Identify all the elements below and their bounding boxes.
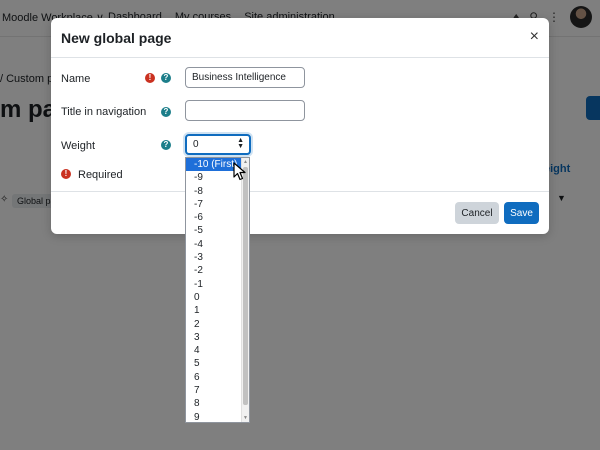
weight-option[interactable]: -3 — [186, 251, 249, 264]
name-help-icon[interactable]: ? — [161, 73, 171, 83]
weight-option[interactable]: 9 — [186, 411, 249, 422]
new-global-page-dialog: New global page × Name ! ? Title in navi… — [51, 18, 549, 234]
scrollbar-thumb[interactable] — [243, 167, 248, 405]
weight-option[interactable]: -1 — [186, 278, 249, 291]
weight-option[interactable]: -7 — [186, 198, 249, 211]
modal-header: New global page × — [51, 18, 549, 58]
weight-select-value: 0 — [193, 139, 199, 150]
title-in-navigation-help-icon[interactable]: ? — [161, 107, 171, 117]
weight-help-icon[interactable]: ? — [161, 140, 171, 150]
weight-option[interactable]: 8 — [186, 397, 249, 410]
required-note: Required — [78, 169, 123, 181]
close-icon[interactable]: × — [530, 29, 539, 45]
required-note-icon: ! — [61, 169, 71, 179]
weight-option[interactable]: -8 — [186, 185, 249, 198]
name-label: Name — [61, 73, 91, 85]
name-input[interactable] — [185, 67, 305, 88]
weight-option[interactable]: -4 — [186, 238, 249, 251]
title-in-navigation-label: Title in navigation — [61, 106, 147, 118]
weight-option[interactable]: 0 — [186, 291, 249, 304]
weight-option[interactable]: 4 — [186, 344, 249, 357]
cancel-button[interactable]: Cancel — [455, 202, 499, 224]
weight-option[interactable]: -5 — [186, 224, 249, 237]
weight-option[interactable]: 2 — [186, 318, 249, 331]
weight-option[interactable]: 5 — [186, 357, 249, 370]
weight-option[interactable]: -2 — [186, 264, 249, 277]
weight-select[interactable]: 0 ▲ ▼ — [185, 134, 251, 155]
weight-options: -10 (First) -9 -8 -7 -6 -5 -4 -3 -2 -1 0 1 2 3 4 5 6 7 8 9 — [186, 158, 249, 422]
save-button[interactable]: Save — [504, 202, 539, 224]
required-icon: ! — [145, 73, 155, 83]
select-arrows-icon: ▲ ▼ — [237, 137, 244, 150]
weight-option[interactable]: 3 — [186, 331, 249, 344]
modal-title: New global page — [61, 30, 172, 46]
scroll-down-icon[interactable]: ▼ — [243, 415, 248, 421]
weight-label: Weight — [61, 140, 96, 152]
weight-option[interactable]: 1 — [186, 304, 249, 317]
weight-option[interactable]: -6 — [186, 211, 249, 224]
title-in-navigation-input[interactable] — [185, 100, 305, 121]
modal-footer-divider — [51, 191, 549, 192]
mouse-pointer-icon — [233, 162, 246, 181]
weight-options-list: -10 (First) -9 -8 -7 -6 -5 -4 -3 -2 -1 0 1 2 3 4 5 6 7 8 9 … — [185, 157, 250, 423]
weight-option[interactable]: 7 — [186, 384, 249, 397]
dropdown-scrollbar[interactable]: ▲ ▼ — [241, 158, 249, 422]
weight-option[interactable]: 6 — [186, 371, 249, 384]
